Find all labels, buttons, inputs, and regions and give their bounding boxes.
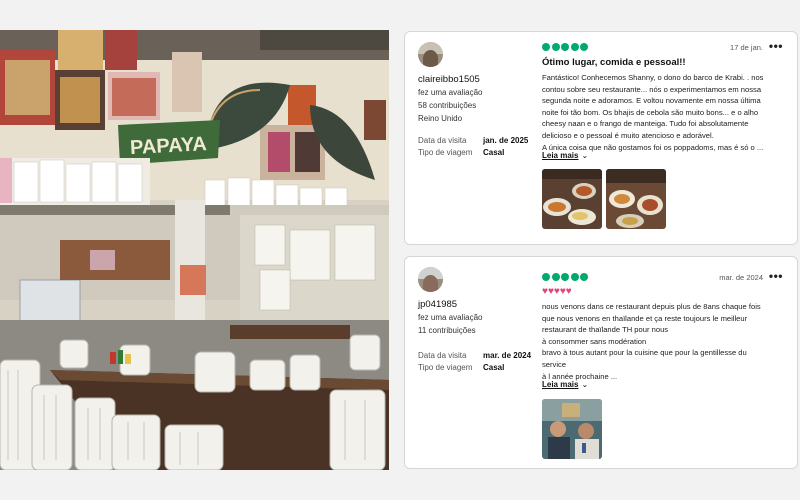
trip-type-value: Casal — [483, 363, 505, 372]
rating-bubble — [551, 43, 560, 51]
more-horizontal-icon[interactable]: ••• — [769, 39, 783, 53]
rating-bubble — [570, 43, 579, 51]
review-photo-thumbnail[interactable] — [606, 169, 666, 229]
read-more-link[interactable]: Leia mais ⌄ — [542, 151, 588, 160]
rating-bubble — [542, 273, 550, 281]
trip-type-label: Tipo de viagem — [418, 363, 473, 372]
heart-icon: ♥♥♥♥♥ — [542, 286, 572, 297]
review-card: claireibbo1505 fez uma avaliação 58 cont… — [404, 31, 798, 245]
review-text-line: que nous venons en thaïlande et ça reste… — [542, 313, 748, 323]
restaurant-photo: PAPAYA — [0, 30, 389, 470]
review-text-line: segunda noite e adoramos. E voltou novam… — [542, 96, 761, 106]
contributions-count: 11 contribuições — [418, 326, 476, 335]
rating-bubbles — [542, 273, 588, 281]
review-card: jp041985 fez uma avaliação 11 contribuiç… — [404, 256, 798, 469]
review-action: fez uma avaliação — [418, 313, 483, 322]
chevron-down-icon: ⌄ — [581, 151, 589, 160]
review-title[interactable]: ♥♥♥♥♥ — [542, 287, 572, 297]
avatar[interactable] — [418, 267, 443, 292]
contributions-count: 58 contribuições — [418, 101, 477, 110]
visit-date-value: mar. de 2024 — [483, 351, 532, 360]
review-text-line: cheesy naan e o frango de manteiga. Tudo… — [542, 119, 749, 129]
review-text-line: bravo à tous autant pour la cuisine que … — [542, 348, 747, 358]
food-photo-image — [606, 169, 666, 229]
restaurant-interior-image: PAPAYA — [0, 30, 389, 470]
rating-bubble — [580, 273, 588, 281]
review-text-line: Fantástico! Conhecemos Shanny, o dono do… — [542, 73, 764, 82]
rating-bubble — [551, 273, 560, 281]
read-more-link[interactable]: Leia mais ⌄ — [542, 380, 588, 389]
read-more-label: Leia mais — [542, 151, 579, 160]
user-location: Reino Unido — [418, 114, 463, 123]
review-photo-thumbnail[interactable] — [542, 399, 602, 459]
review-text: nous venons dans ce restaurant depuis pl… — [542, 301, 792, 382]
review-text-line: delicioso e o pessoal é muito atencioso … — [542, 130, 714, 140]
review-title[interactable]: Ótimo lugar, comida e pessoal!! — [542, 57, 686, 68]
food-photo-image — [542, 169, 602, 229]
review-photo-thumbnail[interactable] — [542, 169, 602, 229]
username[interactable]: jp041985 — [418, 299, 457, 310]
review-text-line: noite foi tão bom. Os bhajis de cebola s… — [542, 107, 759, 117]
review-text: Fantástico! Conhecemos Shanny, o dono do… — [542, 72, 792, 153]
rating-bubble — [542, 43, 550, 51]
more-horizontal-icon[interactable]: ••• — [769, 269, 783, 283]
review-date: mar. de 2024 — [719, 273, 763, 282]
rating-bubbles — [542, 43, 588, 51]
review-action: fez uma avaliação — [418, 88, 483, 97]
review-text-line: à consommer sans modération — [542, 336, 647, 346]
rating-bubble — [561, 273, 569, 281]
rating-bubble — [580, 43, 588, 51]
read-more-label: Leia mais — [542, 380, 579, 389]
visit-date-label: Data da visita — [418, 351, 467, 360]
sign-text: PAPAYA — [130, 133, 208, 159]
username[interactable]: claireibbo1505 — [418, 74, 480, 85]
chevron-down-icon: ⌄ — [581, 380, 589, 389]
visit-date-label: Data da visita — [418, 136, 467, 145]
trip-type-label: Tipo de viagem — [418, 148, 473, 157]
diners-photo-image — [542, 399, 602, 459]
review-text-line: restaurant de thaïlande TH pour nous — [542, 325, 669, 335]
visit-date-value: jan. de 2025 — [483, 136, 529, 145]
review-date: 17 de jan. — [730, 43, 763, 52]
review-text-line: nous venons dans ce restaurant depuis pl… — [542, 302, 761, 311]
avatar[interactable] — [418, 42, 443, 67]
trip-type-value: Casal — [483, 148, 505, 157]
rating-bubble — [561, 43, 569, 51]
rating-bubble — [570, 273, 579, 281]
review-text-line: service — [542, 359, 567, 369]
review-text-line: contou sobre seu restaurante... nós o ex… — [542, 84, 762, 94]
